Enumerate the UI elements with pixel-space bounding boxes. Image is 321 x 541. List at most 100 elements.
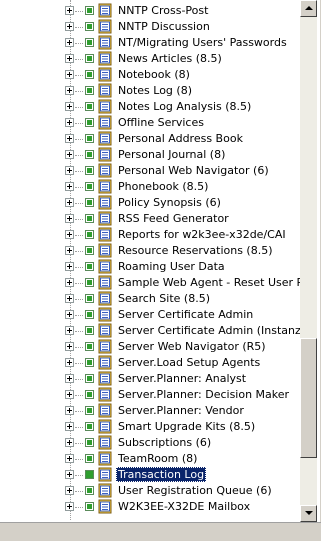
checkbox-icon[interactable] [85, 310, 94, 319]
checkbox-icon[interactable] [85, 454, 94, 463]
plus-box-icon[interactable] [65, 102, 74, 111]
tree-item-label[interactable]: TeamRoom (8) [116, 451, 199, 466]
tree-item-label[interactable]: Sample Web Agent - Reset User Passw [116, 275, 300, 290]
tree-item-label[interactable]: Reports for w2k3ee-x32de/CAI [116, 227, 288, 242]
tree-item-label[interactable]: Server Certificate Admin (Instanz 1) [116, 323, 300, 338]
tree-item-label[interactable]: News Articles (8.5) [116, 51, 224, 66]
tree-item[interactable]: Server Certificate Admin [0, 307, 300, 323]
tree-item[interactable]: Personal Web Navigator (6) [0, 163, 300, 179]
plus-box-icon[interactable] [65, 134, 74, 143]
checkbox-icon[interactable] [85, 54, 94, 63]
checkbox-icon[interactable] [85, 262, 94, 271]
checkbox-icon[interactable] [85, 22, 94, 31]
tree-item[interactable]: Notes Log Analysis (8.5) [0, 99, 300, 115]
checkbox-icon[interactable] [85, 150, 94, 159]
tree-item-label[interactable]: Notebook (8) [116, 67, 192, 82]
plus-box-icon[interactable] [65, 326, 74, 335]
tree-item[interactable]: Notebook (8) [0, 67, 300, 83]
tree-item[interactable]: Phonebook (8.5) [0, 179, 300, 195]
tree-item[interactable]: Roaming User Data [0, 259, 300, 275]
tree-item-label[interactable]: Personal Journal (8) [116, 147, 227, 162]
tree-item[interactable]: Server Certificate Admin (Instanz 1) [0, 323, 300, 339]
checkbox-icon[interactable] [85, 118, 94, 127]
checkbox-icon[interactable] [85, 134, 94, 143]
plus-box-icon[interactable] [65, 54, 74, 63]
tree-item[interactable]: User Registration Queue (6) [0, 483, 300, 499]
plus-box-icon[interactable] [65, 438, 74, 447]
checkbox-icon[interactable] [85, 6, 94, 15]
tree-item[interactable]: Subscriptions (6) [0, 435, 300, 451]
plus-box-icon[interactable] [65, 422, 74, 431]
checkbox-icon[interactable] [85, 70, 94, 79]
plus-box-icon[interactable] [65, 502, 74, 511]
tree-item-label[interactable]: W2K3EE-X32DE Mailbox [116, 499, 252, 514]
tree-item[interactable]: Notes Log (8) [0, 83, 300, 99]
tree-item-label[interactable]: Roaming User Data [116, 259, 227, 274]
tree-item[interactable]: Reports for w2k3ee-x32de/CAI [0, 227, 300, 243]
plus-box-icon[interactable] [65, 22, 74, 31]
database-tree[interactable]: NNTP Cross-Post NNTP Discussion NT/Migrati… [0, 0, 300, 520]
vertical-scrollbar[interactable] [300, 0, 317, 522]
tree-item-label[interactable]: Subscriptions (6) [116, 435, 213, 450]
tree-item[interactable]: NT/Migrating Users' Passwords [0, 35, 300, 51]
tree-item-label[interactable]: Server Certificate Admin [116, 307, 255, 322]
tree-item[interactable]: Transaction Log [0, 467, 300, 483]
tree-item-label[interactable]: Search Site (8.5) [116, 291, 212, 306]
plus-box-icon[interactable] [65, 86, 74, 95]
tree-item[interactable]: Server.Planner: Vendor [0, 403, 300, 419]
checkbox-icon[interactable] [85, 470, 94, 479]
tree-item[interactable]: Server.Planner: Analyst [0, 371, 300, 387]
checkbox-icon[interactable] [85, 438, 94, 447]
plus-box-icon[interactable] [65, 70, 74, 79]
plus-box-icon[interactable] [65, 198, 74, 207]
checkbox-icon[interactable] [85, 326, 94, 335]
tree-item-label[interactable]: Offline Services [116, 115, 206, 130]
tree-item-label[interactable]: Personal Address Book [116, 131, 245, 146]
tree-item[interactable]: Policy Synopsis (6) [0, 195, 300, 211]
tree-item-label[interactable]: Server.Planner: Decision Maker [116, 387, 291, 402]
tree-item-label[interactable]: Notes Log Analysis (8.5) [116, 99, 253, 114]
tree-item-label[interactable]: Phonebook (8.5) [116, 179, 210, 194]
plus-box-icon[interactable] [65, 150, 74, 159]
checkbox-icon[interactable] [85, 166, 94, 175]
plus-box-icon[interactable] [65, 454, 74, 463]
tree-item[interactable]: Sample Web Agent - Reset User Passw [0, 275, 300, 291]
plus-box-icon[interactable] [65, 118, 74, 127]
plus-box-icon[interactable] [65, 470, 74, 479]
tree-item-label[interactable]: Resource Reservations (8.5) [116, 243, 275, 258]
checkbox-icon[interactable] [85, 502, 94, 511]
tree-item[interactable]: Smart Upgrade Kits (8.5) [0, 419, 300, 435]
tree-item-label[interactable]: RSS Feed Generator [116, 211, 231, 226]
plus-box-icon[interactable] [65, 262, 74, 271]
tree-item[interactable]: NNTP Discussion [0, 19, 300, 35]
tree-item[interactable]: Personal Address Book [0, 131, 300, 147]
plus-box-icon[interactable] [65, 278, 74, 287]
tree-item-label[interactable]: User Registration Queue (6) [116, 483, 274, 498]
checkbox-icon[interactable] [85, 246, 94, 255]
checkbox-icon[interactable] [85, 278, 94, 287]
checkbox-icon[interactable] [85, 358, 94, 367]
plus-box-icon[interactable] [65, 390, 74, 399]
checkbox-icon[interactable] [85, 198, 94, 207]
tree-item[interactable]: W2K3EE-X32DE Mailbox [0, 499, 300, 515]
checkbox-icon[interactable] [85, 294, 94, 303]
scroll-up-button[interactable] [300, 0, 317, 17]
plus-box-icon[interactable] [65, 6, 74, 15]
tree-item[interactable]: Server.Planner: Decision Maker [0, 387, 300, 403]
tree-item[interactable]: News Articles (8.5) [0, 51, 300, 67]
checkbox-icon[interactable] [85, 86, 94, 95]
tree-item[interactable]: Server.Load Setup Agents [0, 355, 300, 371]
checkbox-icon[interactable] [85, 214, 94, 223]
tree-item[interactable]: Search Site (8.5) [0, 291, 300, 307]
tree-item-label[interactable]: Personal Web Navigator (6) [116, 163, 271, 178]
scroll-thumb[interactable] [300, 338, 317, 458]
tree-item-label[interactable]: NNTP Discussion [116, 19, 212, 34]
checkbox-icon[interactable] [85, 230, 94, 239]
tree-item-label[interactable]: Transaction Log [116, 467, 207, 482]
tree-item-label[interactable]: Notes Log (8) [116, 83, 194, 98]
checkbox-icon[interactable] [85, 38, 94, 47]
plus-box-icon[interactable] [65, 310, 74, 319]
tree-item[interactable]: TeamRoom (8) [0, 451, 300, 467]
tree-item-label[interactable]: NNTP Cross-Post [116, 3, 210, 18]
plus-box-icon[interactable] [65, 342, 74, 351]
